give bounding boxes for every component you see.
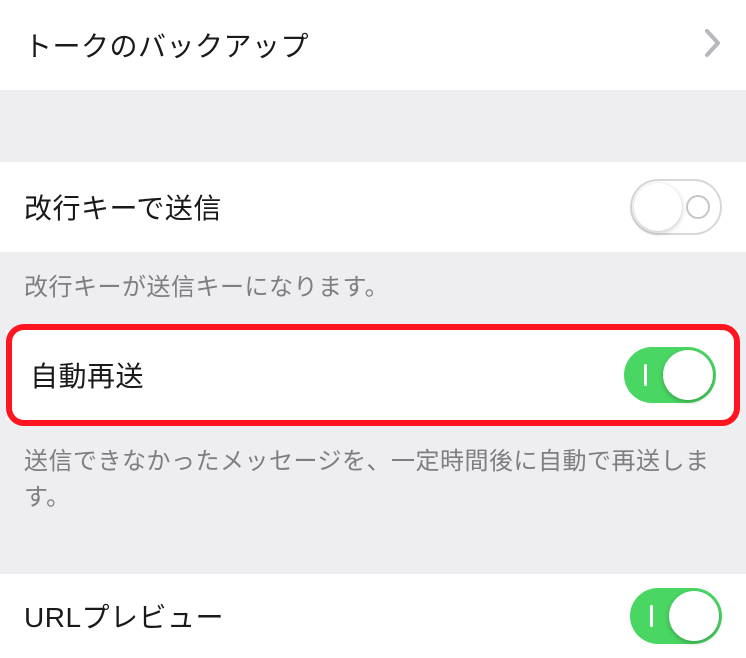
chevron-right-icon	[704, 28, 722, 63]
toggle-off-indicator-icon	[686, 195, 710, 219]
url-preview-row: URLプレビュー	[0, 574, 746, 658]
auto-resend-highlight: 自動再送	[0, 324, 746, 426]
url-preview-label: URLプレビュー	[24, 596, 224, 636]
section-separator	[0, 534, 746, 574]
enter-send-toggle[interactable]	[630, 179, 722, 235]
auto-resend-toggle[interactable]	[624, 347, 716, 403]
enter-send-description: 改行キーが送信キーになります。	[0, 252, 746, 324]
toggle-on-indicator-icon	[644, 364, 647, 386]
auto-resend-description: 送信できなかったメッセージを、一定時間後に自動で再送します。	[0, 426, 746, 534]
auto-resend-label: 自動再送	[30, 355, 144, 395]
toggle-knob	[634, 183, 682, 231]
toggle-knob	[663, 350, 713, 400]
enter-send-label: 改行キーで送信	[24, 187, 222, 227]
enter-send-row: 改行キーで送信	[0, 162, 746, 252]
url-preview-toggle[interactable]	[630, 588, 722, 644]
section-separator	[0, 90, 746, 162]
auto-resend-row: 自動再送	[6, 330, 740, 420]
toggle-knob	[669, 591, 719, 641]
toggle-on-indicator-icon	[650, 605, 653, 627]
backup-row[interactable]: トークのバックアップ	[0, 0, 746, 90]
backup-label: トークのバックアップ	[24, 25, 309, 65]
